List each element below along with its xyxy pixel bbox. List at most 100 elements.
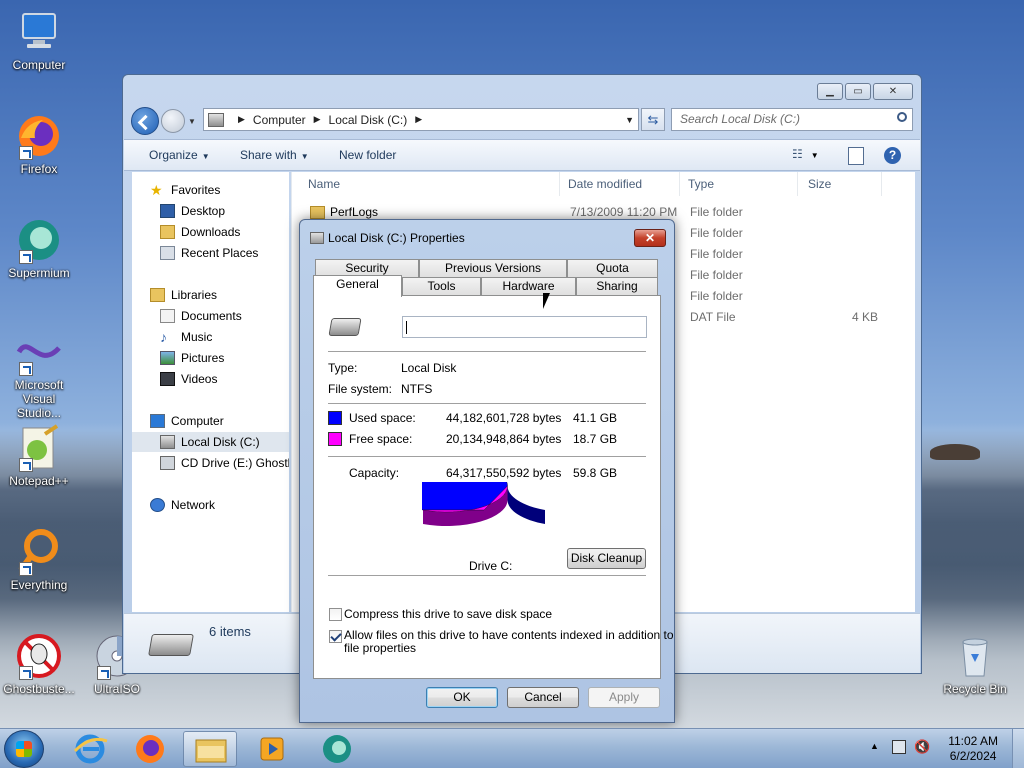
search-placeholder: Search Local Disk (C:) [680,112,801,126]
desktop-icon-notepadpp[interactable]: Notepad++ [0,424,78,488]
maximize-button[interactable]: ▭ [845,83,871,100]
ok-button[interactable]: OK [426,687,498,708]
desktop-icon-firefox[interactable]: Firefox [0,112,78,176]
drive-icon [208,112,224,127]
visual-studio-icon [15,328,63,376]
drive-name-input[interactable] [402,316,647,338]
breadcrumb-chevron-icon[interactable]: ▶ [415,114,422,125]
address-dropdown-icon[interactable]: ▼ [625,115,634,125]
taskbar-media-player[interactable] [245,731,299,767]
nav-computer[interactable]: Computer [150,411,224,431]
minimize-button[interactable]: ▁ [817,83,843,100]
file-type: DAT File [690,310,736,324]
organize-button[interactable]: Organize ▼ [149,148,210,162]
nav-network[interactable]: Network [150,495,215,515]
column-type[interactable]: Type [680,172,798,196]
share-with-button[interactable]: Share with ▼ [240,148,309,162]
nav-label: Documents [181,309,242,323]
tab-sharing[interactable]: Sharing [576,277,658,296]
dialog-close-button[interactable]: ✕ [634,229,666,247]
desktop-icon-supermium[interactable]: Supermium [0,216,78,280]
firefox-icon [15,112,63,160]
nav-music[interactable]: ♪ Music [160,327,212,347]
desktop-icon-ghostbusters[interactable]: Ghostbuste... [0,632,78,696]
computer-icon [15,8,63,56]
cancel-button[interactable]: Cancel [507,687,579,708]
preview-pane-button[interactable] [848,147,864,165]
show-desktop-button[interactable] [1012,729,1024,768]
taskbar-internet-explorer[interactable] [63,731,117,767]
share-with-label: Share with [240,148,297,162]
desktop-icon-label: Everything [10,578,68,592]
back-button[interactable] [131,107,159,135]
volume-muted-icon[interactable]: 🔇 [914,739,930,755]
refresh-button[interactable]: ⇆ [641,108,665,131]
network-tray-icon[interactable] [892,740,906,754]
organize-label: Organize [149,148,198,162]
nav-cd-drive-e[interactable]: CD Drive (E:) Ghostb [160,453,289,473]
nav-label: Favorites [171,183,221,197]
desktop-icon-computer[interactable]: Computer [0,8,78,72]
shortcut-arrow-icon [19,458,33,472]
tab-hardware[interactable]: Hardware [481,277,576,296]
search-icon[interactable] [897,112,907,122]
nav-local-disk-c[interactable]: Local Disk (C:) [132,432,289,452]
navigation-pane: ★ Favorites Desktop Downloads Recent Plac… [132,172,289,612]
start-button[interactable] [4,730,44,768]
nav-favorites[interactable]: ★ Favorites [150,180,220,200]
breadcrumb-chevron-icon[interactable]: ▶ [314,114,321,125]
clock-time: 11:02 AM [948,734,998,748]
nav-label: Music [181,330,213,344]
dialog-title: Local Disk (C:) Properties [328,231,465,245]
used-space-gb: 41.1 GB [573,411,618,425]
tab-previous-versions[interactable]: Previous Versions [419,259,567,278]
nav-label: Desktop [181,204,226,218]
desktop-icon-visual-studio[interactable]: Microsoft Visual Studio... [0,328,78,420]
breadcrumb-computer[interactable]: Computer [253,113,306,127]
drive-large-icon [148,634,194,656]
nav-videos[interactable]: Videos [160,369,217,389]
compress-label: Compress this drive to save disk space [344,607,553,621]
shortcut-arrow-icon [19,562,33,576]
help-icon[interactable]: ? [884,147,901,164]
nav-pictures[interactable]: Pictures [160,348,224,368]
nav-documents[interactable]: Documents [160,306,242,326]
taskbar-supermium[interactable] [310,731,364,767]
disk-cleanup-button[interactable]: Disk Cleanup [567,548,646,569]
close-button[interactable]: ✕ [873,83,913,100]
tab-tools[interactable]: Tools [402,277,481,296]
views-button[interactable]: ☷ ▼ [792,147,830,165]
taskbar-explorer[interactable] [183,731,237,767]
index-label: Allow files on this drive to have conten… [344,629,674,655]
apply-button[interactable]: Apply [588,687,660,708]
compress-checkbox[interactable] [329,608,342,621]
nav-label: Videos [181,372,218,386]
new-folder-button[interactable]: New folder [339,148,396,162]
shortcut-arrow-icon [19,666,33,680]
tab-quota[interactable]: Quota [567,259,658,278]
taskbar-firefox[interactable] [123,731,177,767]
desktop-icon-recycle-bin[interactable]: Recycle Bin [936,632,1014,696]
clock[interactable]: 11:02 AM 6/2/2024 [948,734,998,764]
nav-recent-places[interactable]: Recent Places [160,243,258,263]
breadcrumb-chevron-icon[interactable]: ▶ [238,114,245,125]
forward-button[interactable] [161,109,185,133]
tab-general[interactable]: General [313,275,402,297]
nav-downloads[interactable]: Downloads [160,222,240,242]
nav-desktop[interactable]: Desktop [160,201,225,221]
desktop-icon-everything[interactable]: Everything [0,528,78,592]
address-box[interactable]: ▶ Computer ▶ Local Disk (C:) ▶ ▼ [203,108,639,131]
index-checkbox[interactable] [329,630,342,643]
column-date-modified[interactable]: Date modified [560,172,680,196]
desktop-icon-label: Notepad++ [9,474,69,488]
nav-libraries[interactable]: Libraries [150,285,217,305]
disk-usage-pie [422,482,545,527]
column-size[interactable]: Size [800,172,882,196]
capacity-bytes: 64,317,550,592 bytes [446,466,562,480]
show-hidden-icons-button[interactable]: ▲ [870,741,879,751]
file-date: 7/13/2009 11:20 PM [570,205,678,219]
search-input[interactable]: Search Local Disk (C:) [671,108,913,131]
recent-pages-dropdown[interactable]: ▼ [188,117,196,126]
breadcrumb-local-disk[interactable]: Local Disk (C:) [329,113,408,127]
column-name[interactable]: Name [300,172,560,196]
